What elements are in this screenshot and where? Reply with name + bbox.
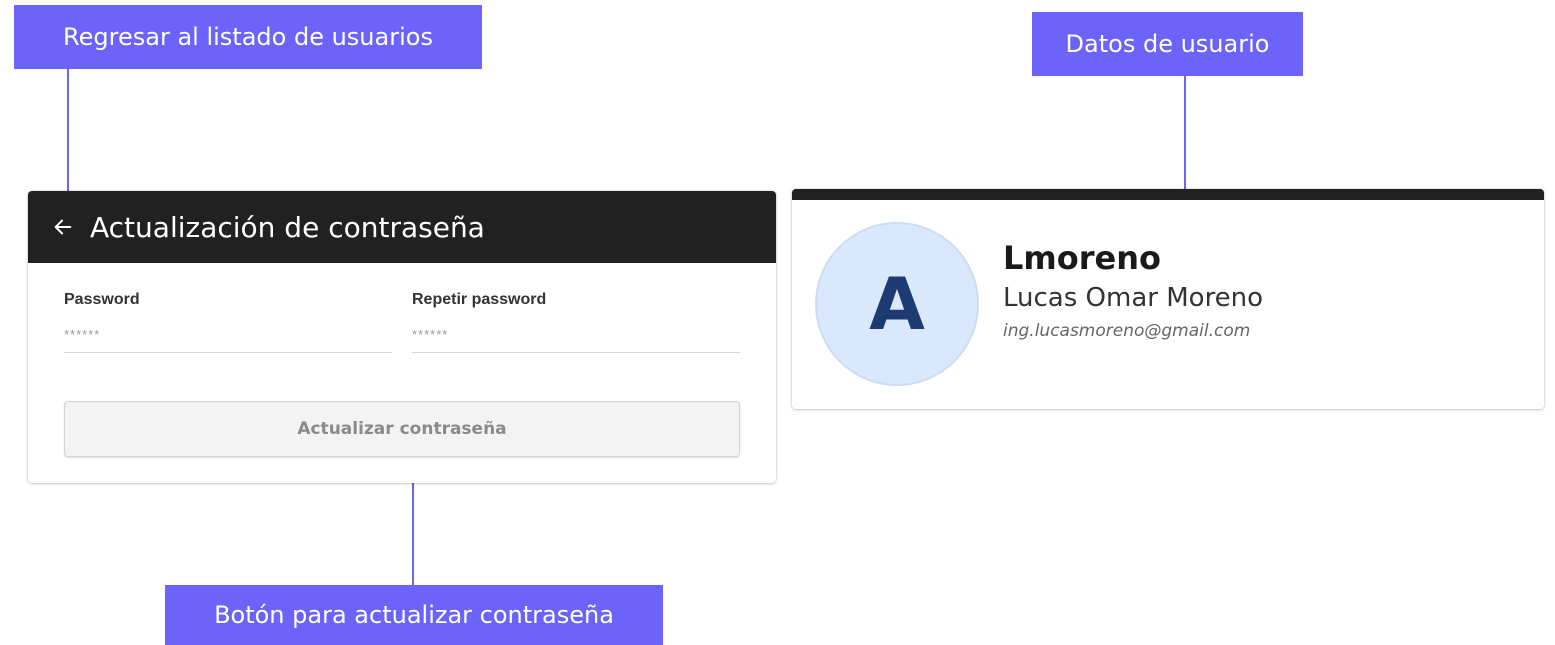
user-data-card: A Lmoreno Lucas Omar Moreno ing.lucasmor… xyxy=(792,189,1544,409)
callout-update-button-label: Botón para actualizar contraseña xyxy=(165,585,663,645)
repeat-password-field-group: Repetir password xyxy=(412,291,740,353)
arrow-left-icon[interactable] xyxy=(52,216,74,238)
card-top-bar xyxy=(792,189,1544,200)
update-password-button[interactable]: Actualizar contraseña xyxy=(64,401,740,457)
callout-back-label: Regresar al listado de usuarios xyxy=(14,5,482,69)
password-label: Password xyxy=(64,291,140,308)
user-fullname: Lucas Omar Moreno xyxy=(1003,283,1264,314)
avatar: A xyxy=(815,222,979,386)
user-email: ing.lucasmoreno@gmail.com xyxy=(1003,321,1251,342)
card-header: Actualización de contraseña xyxy=(28,191,776,263)
password-update-card: Actualización de contraseña Password Rep… xyxy=(28,191,776,483)
user-info: Lmoreno Lucas Omar Moreno ing.lucasmoren… xyxy=(1003,239,1263,341)
password-field-group: Password xyxy=(64,291,392,353)
repeat-password-label: Repetir password xyxy=(412,291,547,308)
username: Lmoreno xyxy=(1003,239,1161,277)
repeat-password-input[interactable] xyxy=(412,325,740,353)
page-title: Actualización de contraseña xyxy=(90,210,485,244)
callout-user-data-label: Datos de usuario xyxy=(1032,12,1303,76)
password-input[interactable] xyxy=(64,325,392,353)
